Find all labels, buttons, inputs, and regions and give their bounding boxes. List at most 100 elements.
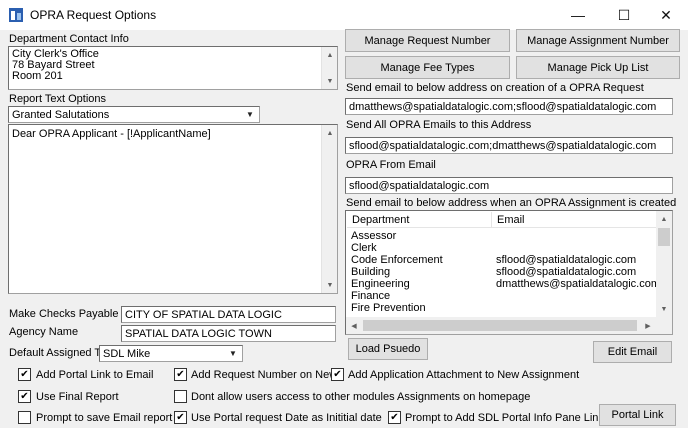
chevron-down-icon[interactable]: ▼ [242,108,258,121]
add-portal-link-label: Add Portal Link to Email [36,369,154,381]
list-header: Department Email [347,212,656,228]
manage-request-number-button[interactable]: Manage Request Number [345,29,510,52]
creation-email-input[interactable]: dmatthews@spatialdatalogic.com;sflood@sp… [345,98,673,115]
prompt-sdl-portal-label: Prompt to Add SDL Portal Info Pane Link [405,412,604,424]
use-portal-date-checkbox[interactable]: ✔ [174,411,187,424]
assignment-email-label: Send email to below address when an OPRA… [346,197,677,209]
report-text-selected: Granted Salutations [12,109,110,121]
default-assigned-dropdown[interactable]: SDL Mike ▼ [99,345,243,362]
manage-fee-types-button[interactable]: Manage Fee Types [345,56,510,79]
list-item[interactable]: Engineering dmatthews@spatialdatalogic.c… [351,278,671,290]
use-final-report-checkbox[interactable]: ✔ [18,390,31,403]
app-icon [8,7,24,23]
load-psuedo-button[interactable]: Load Psuedo [348,338,428,360]
dont-allow-users-checkbox[interactable] [174,390,187,403]
use-final-report-label: Use Final Report [36,391,119,403]
all-email-input[interactable]: sflood@spatialdatalogic.com;dmatthews@sp… [345,137,673,154]
title-bar: OPRA Request Options — ☐ ✕ [0,0,688,30]
scroll-left-icon[interactable]: ◀ [346,317,362,334]
checkmark-icon: ✔ [176,411,185,423]
checkmark-icon: ✔ [176,368,185,380]
edit-email-button[interactable]: Edit Email [593,341,672,363]
scroll-up-icon[interactable]: ▲ [322,125,338,141]
prompt-save-email-label: Prompt to save Email report [36,412,173,424]
scroll-down-icon[interactable]: ▼ [322,277,338,293]
row-department: Engineering [351,278,410,290]
list-item[interactable]: Building sflood@spatialdatalogic.com [351,266,671,278]
dept-contact-label: Department Contact Info [9,33,129,45]
agency-input[interactable]: SPATIAL DATA LOGIC TOWN [121,325,336,342]
checkmark-icon: ✔ [20,390,29,402]
add-portal-link-checkbox[interactable]: ✔ [18,368,31,381]
scroll-thumb[interactable] [363,320,637,331]
list-horizontal-scrollbar[interactable]: ◀ ▶ [346,317,656,334]
scroll-up-icon[interactable]: ▲ [656,211,672,227]
agency-value: SPATIAL DATA LOGIC TOWN [125,328,272,340]
scroll-corner [656,317,672,334]
report-body-scrollbar[interactable]: ▲ ▼ [321,125,337,293]
minimize-icon: — [571,7,585,23]
default-assigned-value: SDL Mike [103,348,151,360]
dept-contact-textarea[interactable]: City Clerk's Office 78 Bayard Street Roo… [8,46,338,90]
maximize-button[interactable]: ☐ [602,0,646,30]
add-request-number-label: Add Request Number on New [191,369,338,381]
scroll-down-icon[interactable]: ▼ [322,73,338,89]
window-title: OPRA Request Options [30,8,157,22]
report-text-dropdown[interactable]: Granted Salutations ▼ [8,106,260,123]
column-header-department[interactable]: Department [347,212,492,228]
agency-label: Agency Name [9,326,79,338]
row-email: sflood@spatialdatalogic.com [496,254,637,266]
report-body-text: Dear OPRA Applicant - [!ApplicantName] [12,128,211,140]
assignment-email-list[interactable]: Department Email Assessor Clerk Code Enf… [345,210,673,335]
from-email-label: OPRA From Email [346,159,436,171]
close-button[interactable]: ✕ [644,0,688,30]
prompt-sdl-portal-checkbox[interactable]: ✔ [388,411,401,424]
row-email: sflood@spatialdatalogic.com [496,266,637,278]
dept-contact-scrollbar[interactable]: ▲ ▼ [321,47,337,89]
minimize-button[interactable]: — [556,0,600,30]
manage-assignment-number-button[interactable]: Manage Assignment Number [516,29,680,52]
all-email-label: Send All OPRA Emails to this Address [346,119,532,131]
close-icon: ✕ [660,6,672,23]
all-email-value: sflood@spatialdatalogic.com;dmatthews@sp… [349,140,657,152]
chevron-down-icon[interactable]: ▼ [225,347,241,360]
checkmark-icon: ✔ [390,411,399,423]
list-item[interactable]: Clerk [351,242,671,254]
column-header-email[interactable]: Email [492,212,656,228]
row-department: Clerk [351,242,377,254]
list-item[interactable]: Fire Prevention [351,302,671,314]
prompt-save-email-checkbox[interactable] [18,411,31,424]
scroll-down-icon[interactable]: ▼ [656,301,672,317]
payable-label: Make Checks Payable to [9,308,131,320]
checkmark-icon: ✔ [333,368,342,380]
scroll-right-icon[interactable]: ▶ [640,317,656,334]
manage-pick-up-list-button[interactable]: Manage Pick Up List [516,56,680,79]
add-request-number-checkbox[interactable]: ✔ [174,368,187,381]
portal-link-button[interactable]: Portal Link [599,404,676,426]
report-body-textarea[interactable]: Dear OPRA Applicant - [!ApplicantName] ▲… [8,124,338,294]
from-email-input[interactable]: sflood@spatialdatalogic.com [345,177,673,194]
list-item[interactable]: Finance [351,290,671,302]
row-department: Code Enforcement [351,254,443,266]
add-app-attachment-checkbox[interactable]: ✔ [331,368,344,381]
report-text-label: Report Text Options [9,93,107,105]
row-department: Finance [351,290,391,302]
creation-email-label: Send email to below address on creation … [346,82,644,94]
list-item[interactable]: Code Enforcement sflood@spatialdatalogic… [351,254,671,266]
payable-value: CITY OF SPATIAL DATA LOGIC [125,309,282,321]
row-department: Assessor [351,230,397,242]
dept-contact-line: Room 201 [12,70,63,82]
row-department: Fire Prevention [351,302,426,314]
list-item[interactable]: Assessor [351,230,671,242]
payable-input[interactable]: CITY OF SPATIAL DATA LOGIC [121,306,336,323]
use-portal-date-label: Use Portal request Date as Inititial dat… [191,412,382,424]
row-email: dmatthews@spatialdatalogic.com [496,278,661,290]
list-vertical-scrollbar[interactable]: ▲ ▼ [656,211,672,317]
from-email-value: sflood@spatialdatalogic.com [349,180,490,192]
scroll-thumb[interactable] [658,228,670,246]
default-assigned-label: Default Assigned To [9,347,107,359]
scroll-up-icon[interactable]: ▲ [322,47,338,63]
row-department: Building [351,266,391,278]
add-app-attachment-label: Add Application Attachment to New Assign… [348,369,580,381]
maximize-icon: ☐ [617,6,631,23]
